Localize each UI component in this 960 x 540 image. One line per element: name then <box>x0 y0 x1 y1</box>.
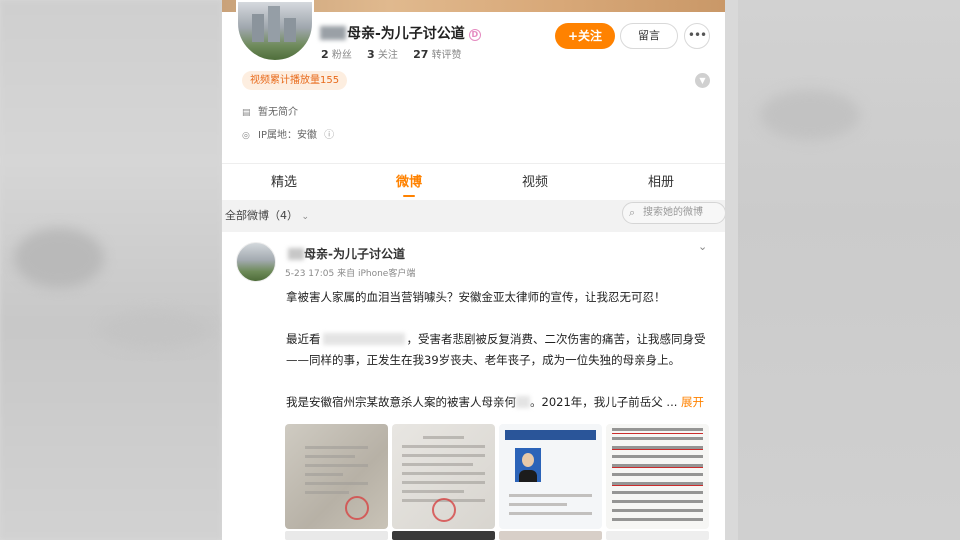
post-paragraph-1: 拿被害人家属的血泪当营销噱头？安徽金亚太律师的宣传，让我忍无可忍！ <box>286 290 666 304</box>
red-seal-icon <box>432 498 456 522</box>
redacted-name-part <box>288 248 304 260</box>
bio-text: 暂无简介 <box>258 107 298 118</box>
post-paragraph-3: 我是安徽宿州宗某故意杀人案的被害人母亲何 。2021年，我儿子前岳父 ... 展开 <box>286 395 705 409</box>
background-blob <box>100 310 210 350</box>
post-menu-chevron-icon[interactable]: ⌄ <box>698 240 707 253</box>
profile-stats: 2 粉丝 3 关注 27 转评赞 <box>321 46 474 61</box>
post-image-document-photo[interactable] <box>285 424 388 529</box>
redacted-text <box>322 333 405 345</box>
filter-bar: 全部微博（4） ⌄ ⌕ 搜索她的微博 <box>222 200 725 228</box>
all-posts-filter[interactable]: 全部微博（4） ⌄ <box>225 207 309 223</box>
profile-header: 母亲-为儿子讨公道 D 2 粉丝 3 关注 27 转评赞 +关注 留言 ••• 视… <box>222 0 725 163</box>
bio-row: ▤ 暂无简介 <box>242 103 298 118</box>
post-author-avatar[interactable] <box>236 242 276 282</box>
chevron-down-icon[interactable]: ▼ <box>695 73 710 88</box>
post-author-name[interactable]: 母亲-为儿子讨公道 <box>288 245 405 262</box>
help-icon[interactable]: ⓘ <box>324 130 334 141</box>
redacted-name-part <box>320 26 346 40</box>
background-blob <box>760 90 860 140</box>
post-image-grid <box>285 424 715 540</box>
stat-following[interactable]: 3 关注 <box>367 48 398 61</box>
ip-row: ◎ IP属地：安徽 ⓘ <box>242 126 334 141</box>
tab-weibo[interactable]: 微博 <box>379 164 439 201</box>
post-paragraph-2: 最近看 ，受害者悲剧被反复消费、二次伤害的痛苦，让我感同身受——同样的事，正发生在… <box>286 332 706 367</box>
profile-name-text: 母亲-为儿子讨公道 <box>347 26 465 42</box>
stat-reposts-likes[interactable]: 27 转评赞 <box>413 48 462 61</box>
tab-videos[interactable]: 视频 <box>505 164 565 201</box>
message-button[interactable]: 留言 <box>620 23 678 49</box>
image-caption-strip <box>285 531 388 540</box>
tab-albums[interactable]: 相册 <box>631 164 691 201</box>
more-options-button[interactable]: ••• <box>684 23 710 49</box>
background-right-blur <box>738 0 960 540</box>
post-image-lawyer-profile[interactable] <box>499 424 602 529</box>
expand-link[interactable]: 展开 <box>681 395 704 409</box>
stat-fans[interactable]: 2 粉丝 <box>321 48 352 61</box>
post-card: 母亲-为儿子讨公道 5-23 17:05 来自 iPhone客户端 ⌄ 拿被害人… <box>222 232 725 540</box>
weibo-profile-page: 母亲-为儿子讨公道 D 2 粉丝 3 关注 27 转评赞 +关注 留言 ••• 视… <box>222 0 725 540</box>
post-image-judgment-document[interactable] <box>392 424 495 529</box>
post-search-input[interactable]: ⌕ 搜索她的微博 <box>622 202 725 224</box>
search-icon: ⌕ <box>629 206 636 219</box>
chevron-down-icon: ⌄ <box>301 212 310 222</box>
background-blob <box>14 228 104 288</box>
image-strip <box>499 531 602 540</box>
document-icon: ▤ <box>242 108 251 118</box>
tab-featured[interactable]: 精选 <box>254 164 314 201</box>
post-image-marked-text[interactable] <box>606 424 709 529</box>
red-seal-icon <box>345 496 369 520</box>
redacted-text <box>516 396 530 408</box>
follow-button[interactable]: +关注 <box>555 23 615 49</box>
image-strip <box>392 531 495 540</box>
ip-location-text: IP属地：安徽 <box>258 130 317 141</box>
location-icon: ◎ <box>242 131 250 141</box>
post-body: 拿被害人家属的血泪当营销噱头？安徽金亚太律师的宣传，让我忍无可忍！ 最近看 ，受害… <box>286 287 716 434</box>
video-play-count-badge: 视频累计播放量155 <box>242 71 348 90</box>
verified-icon: D <box>468 29 481 41</box>
profile-avatar[interactable] <box>236 0 314 62</box>
profile-tabs: 精选 微博 视频 相册 <box>222 163 725 200</box>
id-photo <box>515 448 541 482</box>
post-meta: 5-23 17:05 来自 iPhone客户端 <box>285 269 416 279</box>
image-strip <box>606 531 709 540</box>
profile-name: 母亲-为儿子讨公道 D <box>320 23 481 43</box>
